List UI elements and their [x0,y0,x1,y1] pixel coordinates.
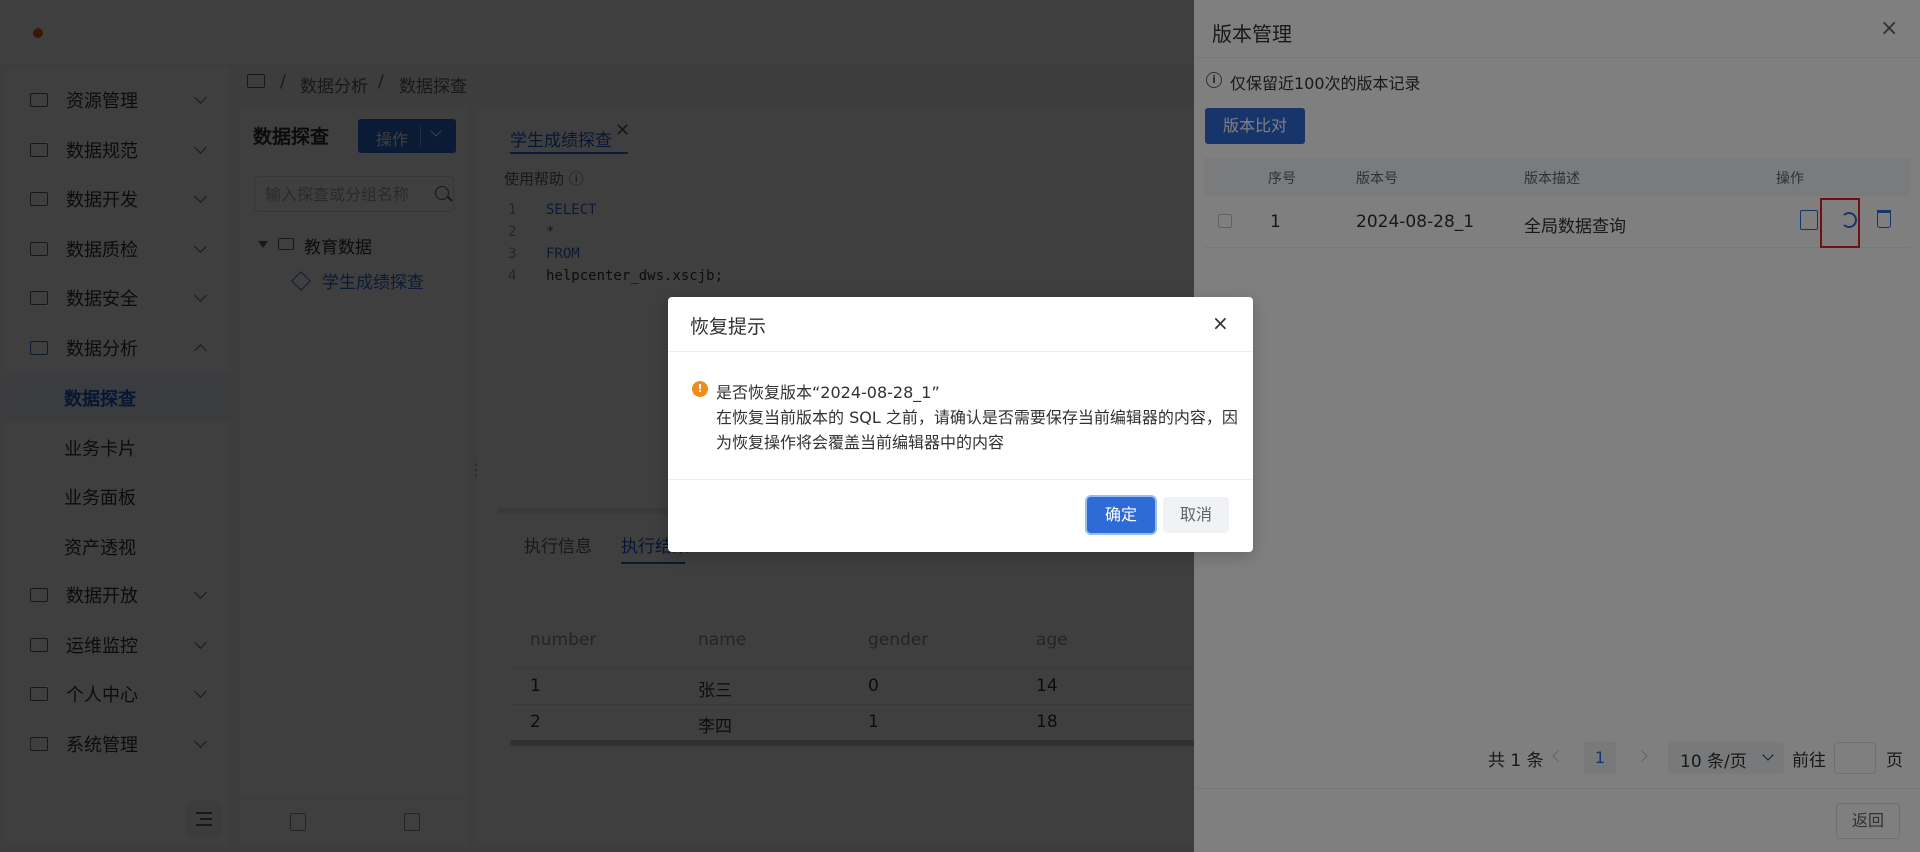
warning-icon: ! [692,381,708,397]
dialog-message: 为恢复操作将会覆盖当前编辑器中的内容 [716,433,1005,452]
restore-confirm-dialog: 恢复提示 × ! 是否恢复版本“2024-08-28_1” 在恢复当前版本的 S… [668,297,1253,552]
close-icon[interactable]: × [1212,311,1229,335]
confirm-button[interactable]: 确定 [1087,497,1155,533]
cancel-button[interactable]: 取消 [1163,497,1229,533]
app-root: 资源管理 数据规范 数据开发 数据质检 数据安全 数据分析 [0,0,1920,852]
dialog-header: 恢复提示 × [668,297,1253,352]
dialog-message: 在恢复当前版本的 SQL 之前，请确认是否需要保存当前编辑器的内容，因 [716,408,1238,427]
dialog-message-title: 是否恢复版本“2024-08-28_1” [716,383,940,402]
dialog-title: 恢复提示 [690,316,767,338]
dialog-footer: 确定 取消 [668,479,1253,552]
